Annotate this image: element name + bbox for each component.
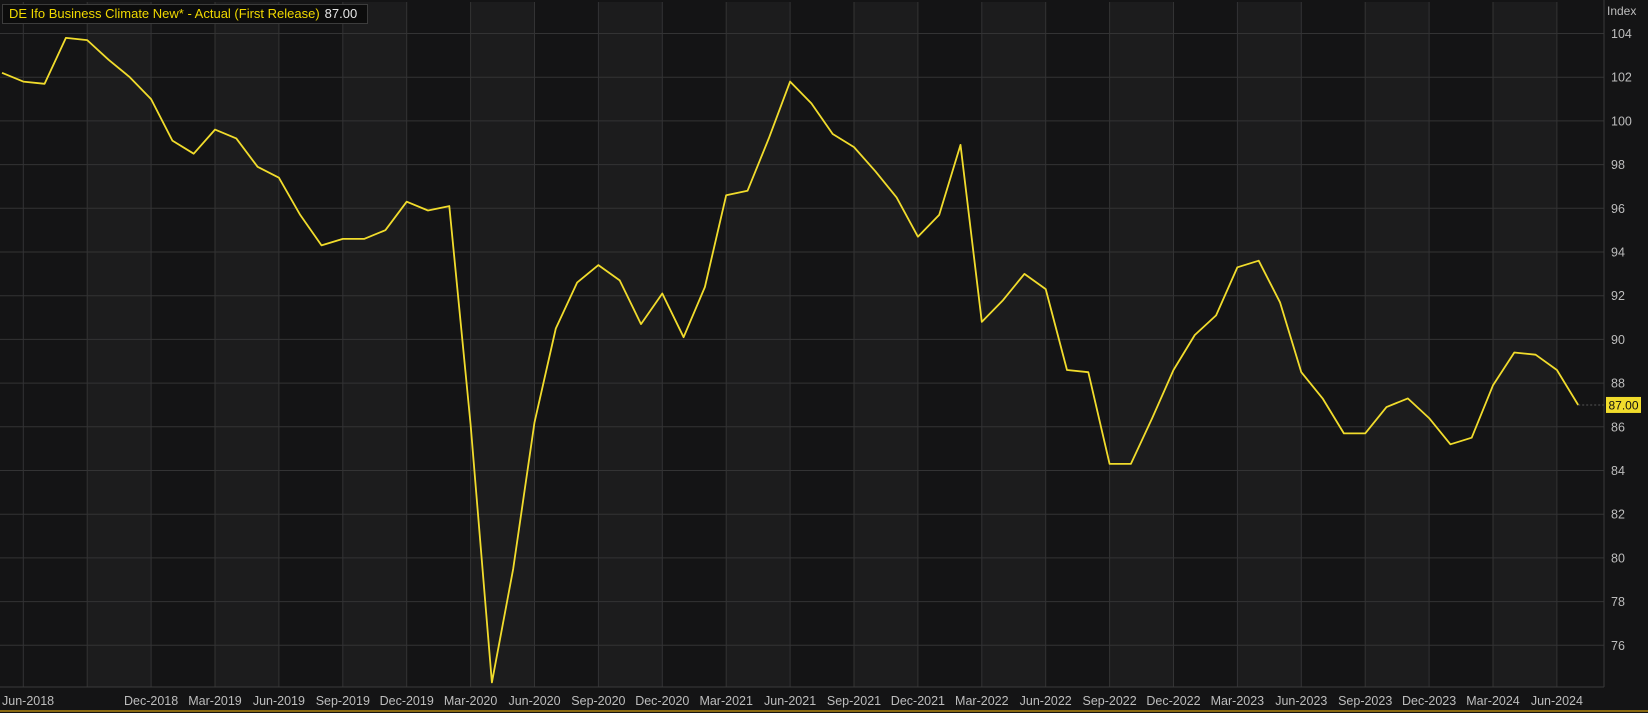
quarter-band [342,2,407,687]
x-tick-label: Mar-2019 [188,694,242,708]
quarter-band [981,2,1046,687]
y-tick-label: 104 [1611,27,1632,41]
quarter-band [1493,2,1557,687]
x-axis-labels: Jun-2018 Dec-2018 Mar-2019 Jun-2019 Sep-2019… [2,694,1583,708]
y-tick-label: 80 [1611,551,1625,565]
y-tick-label: 76 [1611,639,1625,653]
x-tick-label: Mar-2021 [699,694,753,708]
x-tick-label: Dec-2021 [891,694,945,708]
x-tick-label: Sep-2023 [1338,694,1392,708]
series-legend[interactable]: DE Ifo Business Climate New* - Actual (F… [2,4,368,24]
x-tick-label: Sep-2020 [571,694,625,708]
x-tick-label: Jun-2022 [1020,694,1072,708]
x-tick-label: Sep-2019 [316,694,370,708]
quarter-band [470,2,535,687]
x-tick-label: Sep-2021 [827,694,881,708]
y-tick-label: 98 [1611,158,1625,172]
x-tick-label: Dec-2018 [124,694,178,708]
x-tick-label: Dec-2019 [380,694,434,708]
y-tick-label: 96 [1611,202,1625,216]
x-tick-label: Jun-2021 [764,694,816,708]
y-axis-title: Index [1607,4,1636,18]
quarter-band [854,2,918,687]
legend-value: 87.00 [324,6,358,21]
x-tick-label: Jun-2018 [2,694,54,708]
chart-window: Jun-2018 Dec-2018 Mar-2019 Jun-2019 Sep-2019… [0,0,1648,713]
y-tick-label: 90 [1611,333,1625,347]
x-tick-label: Mar-2024 [1466,694,1520,708]
x-tick-label: Dec-2022 [1146,694,1200,708]
x-tick-label: Jun-2024 [1531,694,1583,708]
quarter-band [1109,2,1174,687]
y-tick-label: 100 [1611,114,1632,128]
quarter-band [1365,2,1430,687]
line-chart[interactable]: Jun-2018 Dec-2018 Mar-2019 Jun-2019 Sep-2019… [0,0,1648,713]
y-tick-label: 82 [1611,508,1625,522]
x-tick-label: Jun-2019 [253,694,305,708]
y-tick-label: 78 [1611,595,1625,609]
last-value-badge: 87.00 [1608,398,1638,412]
y-tick-label: 86 [1611,420,1625,434]
y-tick-label: 92 [1611,289,1625,303]
x-tick-label: Dec-2023 [1402,694,1456,708]
x-tick-label: Mar-2022 [955,694,1009,708]
x-tick-label: Mar-2023 [1211,694,1265,708]
x-tick-label: Dec-2020 [635,694,689,708]
x-tick-label: Jun-2023 [1275,694,1327,708]
quarter-band [87,2,152,687]
quarter-band [598,2,663,687]
y-axis-labels: 76 78 80 82 84 86 88 90 92 94 96 98 100 102 104 [1611,27,1632,653]
y-tick-label: 102 [1611,71,1632,85]
x-tick-label: Sep-2022 [1082,694,1136,708]
y-tick-label: 88 [1611,377,1625,391]
x-tick-label: Jun-2020 [508,694,560,708]
quarter-band [1237,2,1302,687]
quarter-band [215,2,279,687]
time-bands [0,2,1604,687]
legend-label: DE Ifo Business Climate New* - Actual (F… [9,6,320,21]
y-tick-label: 84 [1611,464,1625,478]
x-tick-label: Mar-2020 [444,694,498,708]
y-tick-label: 94 [1611,246,1625,260]
